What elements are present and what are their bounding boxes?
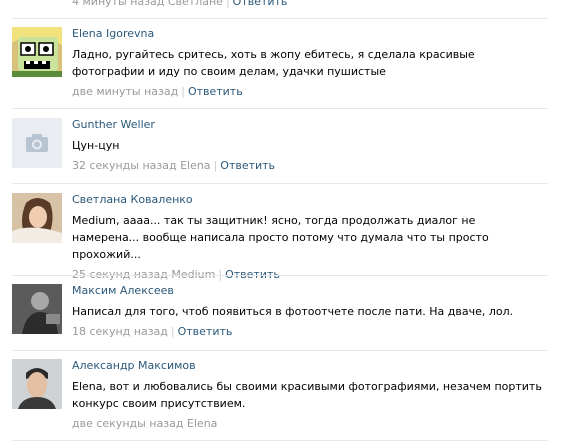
reply-link[interactable]: Ответить [188,85,243,98]
comment-meta: 32 секунды назад Elena | Ответить [72,159,542,173]
comment-author[interactable]: Elena Igorevna [72,27,542,41]
meta-separator: | [181,85,185,98]
meta-separator: | [213,159,218,172]
avatar[interactable] [12,359,62,409]
camera-icon [12,118,62,168]
reply-link[interactable]: Ответить [233,0,288,8]
comment-text: Написал для того, чтоб появиться в фотоо… [72,305,514,318]
divider [12,108,548,109]
comment-meta: 18 секунд назад | Ответить [72,325,542,339]
divider [12,440,548,441]
comment-time: 32 секунды назад Elena [72,159,211,172]
avatar[interactable] [12,118,62,168]
avatar[interactable] [12,284,62,334]
comment-time: две секунды назад Elena [72,417,218,430]
comment-author[interactable]: Александр Максимов [72,359,542,373]
comment-text: Цун-цун [72,139,120,152]
comment-time: 4 минуты назад Светлане [72,0,223,8]
comment-text: Ладно, ругайтесь сритесь, хоть в жопу еб… [72,48,475,78]
comment-meta: две минуты назад | Ответить [72,85,542,99]
meta-separator: | [170,325,175,338]
comment-text: Medium, аааа... так ты защитник! ясно, т… [72,214,489,261]
photo-avatar [12,359,62,409]
avatar[interactable] [12,193,62,243]
divider [12,275,548,276]
comment-author[interactable]: Gunther Weller [72,118,542,132]
comment-time: две минуты назад [72,85,179,98]
comment-meta-top: 4 минуты назад Светлане | Ответить [72,0,287,8]
reply-link[interactable]: Ответить [220,159,275,172]
divider [12,18,548,19]
comment-meta: две секунды назад Elena [72,417,542,431]
cartoon-face-avatar [12,27,62,77]
comment-author[interactable]: Максим Алексеев [72,284,542,298]
photo-avatar [12,284,62,334]
meta-separator: | [225,0,230,8]
comment-author[interactable]: Светлана Коваленко [72,193,542,207]
photo-avatar [12,193,62,243]
comment-text: Elena, вот и любовались бы своими красив… [72,380,542,410]
divider [12,183,548,184]
avatar[interactable] [12,27,62,77]
divider [12,350,548,351]
comment-time: 18 секунд назад [72,325,168,338]
reply-link[interactable]: Ответить [178,325,233,338]
